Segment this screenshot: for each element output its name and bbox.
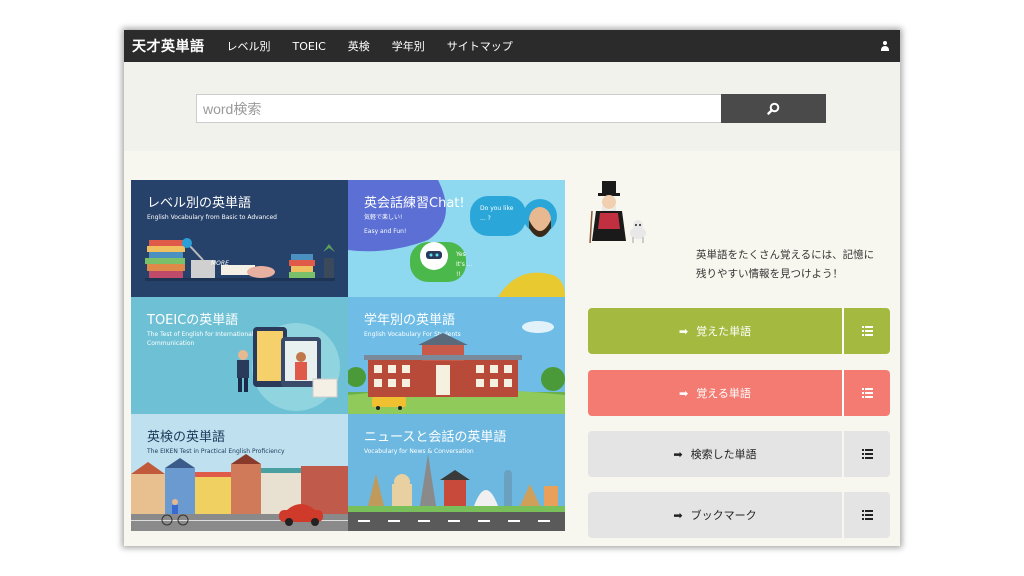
to-learn-words-main[interactable]: ➡ 覚える単語 xyxy=(588,370,842,416)
button-label: ブックマーク xyxy=(690,509,757,522)
browser-window: 天才英単語 レベル別 TOEIC 英検 学年別 サイトマップ レベル別の英単語 … xyxy=(124,30,900,546)
tile-chat[interactable]: 英会話練習Chat! 気軽で楽しい! Easy and Fun! Do you … xyxy=(348,180,565,297)
bookmark-list-button[interactable] xyxy=(842,492,890,538)
list-icon xyxy=(861,449,873,459)
searched-words-main[interactable]: ➡ 検索した単語 xyxy=(588,431,842,477)
arrow-right-icon: ➡ xyxy=(673,508,683,522)
mascot-illustration xyxy=(589,181,646,244)
office-illustration xyxy=(237,323,340,411)
tile-toeic[interactable]: TOEICの英単語 The Test of English for Intern… xyxy=(131,297,348,414)
arrow-right-icon: ➡ xyxy=(679,386,689,400)
chat-bubble-question: Do you like ... ? xyxy=(480,205,514,222)
list-icon xyxy=(861,388,873,398)
tile-eiken[interactable]: 英検の英単語 The EIKEN Test in Practical Engli… xyxy=(131,414,348,531)
top-navbar: 天才英単語 レベル別 TOEIC 英検 学年別 サイトマップ xyxy=(124,30,900,62)
arrow-right-icon: ➡ xyxy=(678,324,689,338)
button-label: 覚えた単語 xyxy=(696,325,752,338)
search-button[interactable] xyxy=(721,94,826,123)
search-section xyxy=(124,62,900,151)
user-icon[interactable] xyxy=(880,41,890,51)
nav-item-grade[interactable]: 学年別 xyxy=(392,38,425,54)
search-icon xyxy=(767,102,780,115)
to-learn-words-button[interactable]: ➡ 覚える単語 xyxy=(588,370,890,416)
world-landmarks-illustration xyxy=(348,454,565,531)
learned-words-main[interactable]: ➡ 覚えた単語 xyxy=(588,308,842,354)
town-illustration xyxy=(131,454,348,531)
list-icon xyxy=(861,326,873,336)
learned-words-button[interactable]: ➡ 覚えた単語 xyxy=(588,308,890,354)
nav-item-eiken[interactable]: 英検 xyxy=(348,38,370,54)
tile-level[interactable]: レベル別の英単語 English Vocabulary from Basic t… xyxy=(131,180,348,297)
arrow-right-icon: ➡ xyxy=(673,447,683,461)
tile-news[interactable]: ニュースと会話の英単語 Vocabulary for News & Conver… xyxy=(348,414,565,531)
tagline-line-2: 残りやすい情報を見つけよう！ xyxy=(696,268,843,280)
chat-bubble-answer: Yes It's ... !! xyxy=(456,251,473,278)
tagline-line-1: 英単語をたくさん覚えるには、記憶に xyxy=(696,249,875,261)
bookmark-button[interactable]: ➡ ブックマーク xyxy=(588,492,890,538)
nav-item-sitemap[interactable]: サイトマップ xyxy=(447,38,513,54)
books-illustration xyxy=(145,238,335,281)
site-logo[interactable]: 天才英単語 xyxy=(132,36,205,56)
tile-grade[interactable]: 学年別の英単語 English Vocabulary For Students xyxy=(348,297,565,414)
nav-item-level[interactable]: レベル別 xyxy=(227,38,271,54)
school-illustration xyxy=(348,321,565,414)
more-label: MORE xyxy=(211,260,229,267)
search-input[interactable] xyxy=(196,94,722,123)
button-label: 覚える単語 xyxy=(696,387,751,400)
button-label: 検索した単語 xyxy=(690,448,757,461)
main-content: レベル別の英単語 English Vocabulary from Basic t… xyxy=(124,151,900,546)
category-tiles: レベル別の英単語 English Vocabulary from Basic t… xyxy=(131,180,565,531)
tagline: 英単語をたくさん覚えるには、記憶に 残りやすい情報を見つけよう！ xyxy=(696,246,896,284)
to-learn-words-list-button[interactable] xyxy=(842,370,890,416)
bookmark-main[interactable]: ➡ ブックマーク xyxy=(588,492,842,538)
learned-words-list-button[interactable] xyxy=(842,308,890,354)
list-icon xyxy=(861,510,873,520)
searched-words-list-button[interactable] xyxy=(842,431,890,477)
nav-item-toeic[interactable]: TOEIC xyxy=(293,40,326,53)
searched-words-button[interactable]: ➡ 検索した単語 xyxy=(588,431,890,477)
